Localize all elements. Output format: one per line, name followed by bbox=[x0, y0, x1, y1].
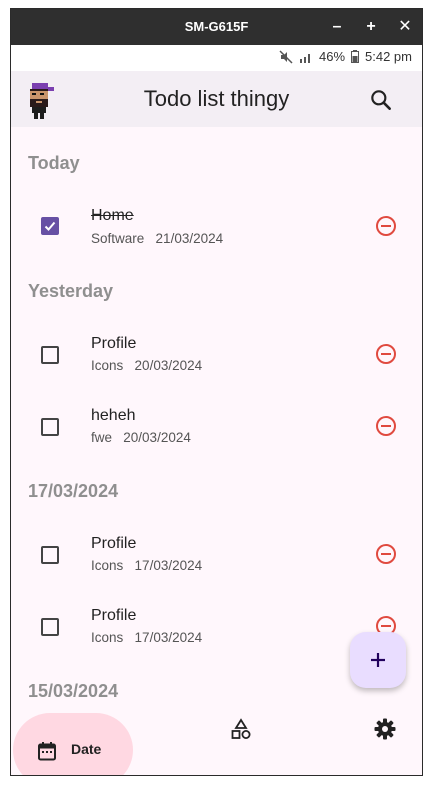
todo-checkbox[interactable] bbox=[41, 346, 59, 364]
status-bar: 46% 5:42 pm bbox=[11, 45, 422, 71]
add-todo-button[interactable] bbox=[350, 632, 406, 688]
section-header-date: 15/03/2024 bbox=[28, 681, 119, 697]
todo-date: 21/03/2024 bbox=[155, 231, 224, 246]
remove-circle-icon[interactable] bbox=[375, 343, 397, 365]
todo-meta: Icons 20/03/2024 bbox=[91, 358, 202, 373]
todo-tag: Icons bbox=[91, 630, 124, 645]
app-bar: Todo list thingy bbox=[11, 71, 422, 127]
todo-list: Today Home Software 21/03/2024 Yesterday… bbox=[11, 127, 422, 697]
todo-item[interactable]: Home Software 21/03/2024 bbox=[11, 191, 422, 255]
todo-tag: Software bbox=[91, 231, 145, 246]
check-icon bbox=[44, 221, 56, 231]
bottom-navigation: Date bbox=[11, 697, 422, 775]
todo-checkbox-checked[interactable] bbox=[41, 217, 59, 235]
section-header-yesterday: Yesterday bbox=[28, 281, 114, 301]
calendar-icon bbox=[38, 742, 56, 761]
shapes-icon[interactable] bbox=[230, 718, 252, 740]
todo-title: Profile bbox=[91, 535, 137, 552]
todo-title: heheh bbox=[91, 407, 136, 424]
remove-circle-icon[interactable] bbox=[375, 543, 397, 565]
plus-icon bbox=[371, 653, 385, 667]
todo-item[interactable]: heheh fwe 20/03/2024 bbox=[11, 392, 422, 456]
signal-icon bbox=[299, 53, 310, 63]
battery-percent: 46% bbox=[318, 49, 346, 64]
todo-title: Profile bbox=[91, 607, 137, 624]
todo-tag: Icons bbox=[91, 558, 124, 573]
todo-meta: Software 21/03/2024 bbox=[91, 231, 223, 246]
todo-item[interactable]: Profile Icons 17/03/2024 bbox=[11, 520, 422, 584]
nav-date-tab[interactable]: Date bbox=[13, 713, 133, 775]
todo-date: 20/03/2024 bbox=[134, 358, 203, 373]
mute-icon bbox=[279, 49, 293, 64]
todo-checkbox[interactable] bbox=[41, 618, 59, 636]
page-title: Todo list thingy bbox=[143, 86, 290, 111]
todo-checkbox[interactable] bbox=[41, 418, 59, 436]
todo-title: Profile bbox=[91, 335, 137, 352]
section-header-today: Today bbox=[28, 153, 80, 173]
gear-icon[interactable] bbox=[373, 717, 397, 741]
battery-icon bbox=[351, 50, 360, 63]
todo-date: 17/03/2024 bbox=[134, 558, 203, 573]
todo-tag: Icons bbox=[91, 358, 124, 373]
todo-checkbox[interactable] bbox=[41, 546, 59, 564]
todo-meta: fwe 20/03/2024 bbox=[91, 430, 191, 445]
todo-date: 17/03/2024 bbox=[134, 630, 203, 645]
todo-meta: Icons 17/03/2024 bbox=[91, 558, 202, 573]
search-icon[interactable] bbox=[368, 87, 394, 113]
todo-meta: Icons 17/03/2024 bbox=[91, 630, 202, 645]
close-button[interactable]: ✕ bbox=[393, 9, 417, 45]
maximize-button[interactable]: + bbox=[359, 9, 383, 45]
todo-tag: fwe bbox=[91, 430, 113, 445]
app-window: SM-G615F – + ✕ 46% 5:42 pm Todo list thi… bbox=[10, 8, 423, 776]
todo-item[interactable]: Profile Icons 20/03/2024 bbox=[11, 320, 422, 384]
section-header-date: 17/03/2024 bbox=[28, 481, 119, 501]
remove-circle-icon[interactable] bbox=[375, 415, 397, 437]
status-time: 5:42 pm bbox=[365, 49, 412, 64]
todo-date: 20/03/2024 bbox=[123, 430, 191, 445]
window-titlebar: SM-G615F – + ✕ bbox=[11, 9, 422, 45]
todo-title: Home bbox=[91, 207, 134, 224]
minimize-button[interactable]: – bbox=[325, 9, 349, 45]
remove-circle-icon[interactable] bbox=[375, 215, 397, 237]
nav-date-label: Date bbox=[71, 741, 102, 757]
